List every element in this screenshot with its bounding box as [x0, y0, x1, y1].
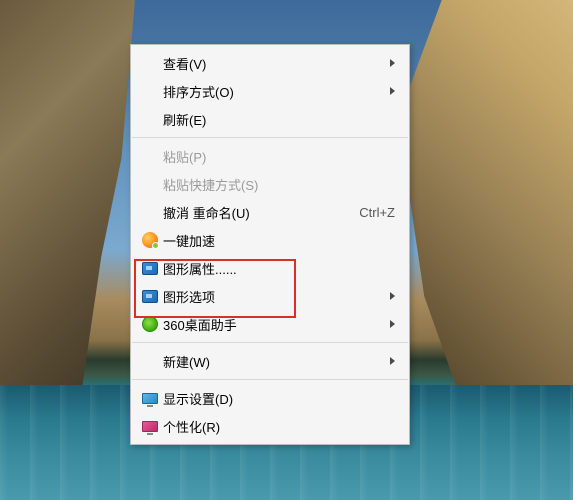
personalize-icon	[137, 416, 163, 436]
wallpaper-cliff-left	[0, 0, 135, 395]
menu-display-settings-label: 显示设置(D)	[163, 389, 395, 408]
menu-graphics-options[interactable]: 图形选项	[131, 282, 409, 310]
chevron-right-icon	[390, 357, 395, 365]
menu-one-key-accel-label: 一键加速	[163, 231, 395, 250]
menu-separator	[132, 137, 408, 138]
icon-empty	[137, 202, 163, 222]
menu-graphics-properties[interactable]: 图形属性......	[131, 254, 409, 282]
menu-personalize[interactable]: 个性化(R)	[131, 412, 409, 440]
menu-separator	[132, 379, 408, 380]
menu-graphics-properties-label: 图形属性......	[163, 259, 395, 278]
desktop-context-menu: 查看(V) 排序方式(O) 刷新(E) 粘贴(P) 粘贴快捷方式(S) 撤消 重…	[130, 44, 410, 445]
chevron-right-icon	[390, 87, 395, 95]
360-icon	[137, 314, 163, 334]
menu-undo-rename-label: 撤消 重命名(U)	[163, 203, 351, 222]
icon-empty	[137, 351, 163, 371]
wallpaper-cliff-right	[398, 0, 573, 395]
monitor-icon	[137, 388, 163, 408]
menu-new[interactable]: 新建(W)	[131, 347, 409, 375]
icon-empty	[137, 174, 163, 194]
menu-sort-label: 排序方式(O)	[163, 82, 382, 101]
chevron-right-icon	[390, 292, 395, 300]
menu-paste-shortcut-label: 粘贴快捷方式(S)	[163, 175, 395, 194]
menu-sort[interactable]: 排序方式(O)	[131, 77, 409, 105]
menu-paste: 粘贴(P)	[131, 142, 409, 170]
menu-undo-shortcut: Ctrl+Z	[359, 205, 395, 220]
menu-refresh-label: 刷新(E)	[163, 110, 395, 129]
menu-separator	[132, 342, 408, 343]
menu-paste-shortcut: 粘贴快捷方式(S)	[131, 170, 409, 198]
icon-empty	[137, 146, 163, 166]
menu-one-key-accel[interactable]: 一键加速	[131, 226, 409, 254]
intel-graphics-icon	[137, 286, 163, 306]
menu-undo-rename[interactable]: 撤消 重命名(U) Ctrl+Z	[131, 198, 409, 226]
menu-display-settings[interactable]: 显示设置(D)	[131, 384, 409, 412]
accelerator-icon	[137, 230, 163, 250]
menu-view-label: 查看(V)	[163, 54, 382, 73]
menu-360-desktop-helper-label: 360桌面助手	[163, 315, 382, 334]
icon-empty	[137, 81, 163, 101]
menu-paste-label: 粘贴(P)	[163, 147, 395, 166]
menu-360-desktop-helper[interactable]: 360桌面助手	[131, 310, 409, 338]
chevron-right-icon	[390, 320, 395, 328]
chevron-right-icon	[390, 59, 395, 67]
menu-personalize-label: 个性化(R)	[163, 417, 395, 436]
icon-empty	[137, 53, 163, 73]
menu-view[interactable]: 查看(V)	[131, 49, 409, 77]
menu-refresh[interactable]: 刷新(E)	[131, 105, 409, 133]
menu-graphics-options-label: 图形选项	[163, 287, 382, 306]
intel-graphics-icon	[137, 258, 163, 278]
icon-empty	[137, 109, 163, 129]
menu-new-label: 新建(W)	[163, 352, 382, 371]
